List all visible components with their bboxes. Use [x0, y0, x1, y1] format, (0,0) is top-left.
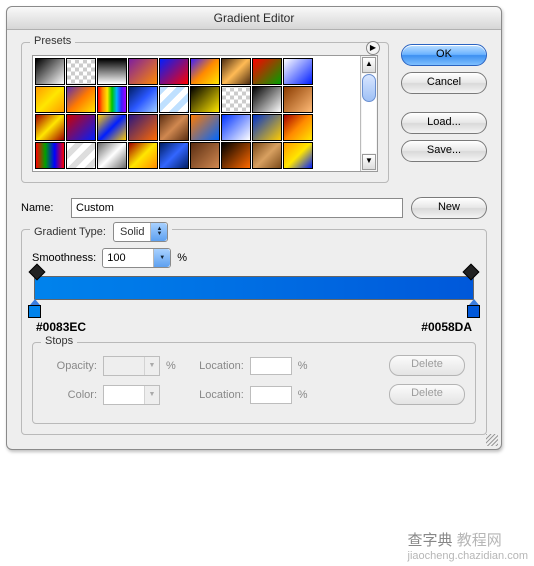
save-button[interactable]: Save...	[401, 140, 487, 162]
preset-swatch[interactable]	[35, 58, 65, 85]
right-stop-hex: #0058DA	[421, 320, 472, 334]
window-title: Gradient Editor	[7, 7, 501, 30]
preset-swatch[interactable]	[66, 142, 96, 169]
percent-label: %	[166, 360, 176, 372]
preset-swatch[interactable]	[66, 86, 96, 113]
percent-label: %	[298, 389, 308, 401]
opacity-stop-left[interactable]	[31, 266, 43, 278]
location-label: Location:	[188, 360, 244, 372]
preset-swatch[interactable]	[128, 142, 158, 169]
load-button[interactable]: Load...	[401, 112, 487, 134]
color-location-field	[250, 386, 292, 404]
scroll-thumb[interactable]	[362, 74, 376, 102]
color-stop-right[interactable]	[467, 299, 480, 318]
presets-menu-icon[interactable]: ▶	[366, 41, 380, 55]
preset-swatch-grid[interactable]	[33, 56, 360, 171]
scroll-track[interactable]	[362, 74, 376, 153]
stops-group: Stops Opacity: ▼ % Location: % Delete Co…	[32, 342, 476, 424]
resize-handle-icon[interactable]	[486, 434, 498, 446]
name-input[interactable]	[71, 198, 403, 218]
smoothness-label: Smoothness:	[32, 252, 96, 264]
preset-swatch[interactable]	[128, 114, 158, 141]
preset-swatch[interactable]	[221, 142, 251, 169]
preset-swatch[interactable]	[252, 114, 282, 141]
gradient-type-select[interactable]: Solid ▲▼	[113, 222, 168, 242]
left-stop-hex: #0083EC	[36, 320, 86, 334]
delete-opacity-stop-button: Delete	[389, 355, 465, 376]
preset-swatch[interactable]	[97, 58, 127, 85]
preset-swatch[interactable]	[221, 114, 251, 141]
scroll-down-icon[interactable]: ▼	[362, 154, 376, 170]
preset-swatch[interactable]	[252, 58, 282, 85]
preset-swatch[interactable]	[190, 114, 220, 141]
preset-swatch[interactable]	[35, 114, 65, 141]
preset-swatch[interactable]	[128, 86, 158, 113]
preset-swatch[interactable]	[190, 58, 220, 85]
scroll-up-icon[interactable]: ▲	[362, 57, 376, 73]
presets-group: Presets ▶ ▲ ▼	[21, 42, 389, 183]
gradient-type-value: Solid	[114, 226, 150, 238]
preset-swatch[interactable]	[283, 142, 313, 169]
opacity-field: ▼	[103, 356, 160, 376]
preset-swatch[interactable]	[97, 86, 127, 113]
preset-swatch[interactable]	[128, 58, 158, 85]
color-field: ▼	[103, 385, 160, 405]
preset-swatch[interactable]	[35, 142, 65, 169]
opacity-label: Opacity:	[43, 360, 97, 372]
preset-swatch[interactable]	[221, 86, 251, 113]
ok-button[interactable]: OK	[401, 44, 487, 66]
color-stop-left[interactable]	[28, 299, 41, 318]
preset-swatch[interactable]	[221, 58, 251, 85]
stops-legend: Stops	[41, 335, 77, 347]
preset-swatch[interactable]	[66, 58, 96, 85]
opacity-location-field	[250, 357, 292, 375]
new-button[interactable]: New	[411, 197, 487, 219]
preset-swatch[interactable]	[190, 142, 220, 169]
watermark: 查字典 教程网 jiaocheng.chazidian.com	[408, 529, 528, 562]
preset-scrollbar[interactable]: ▲ ▼	[360, 56, 377, 171]
presets-legend: Presets	[30, 35, 75, 47]
preset-swatch[interactable]	[97, 114, 127, 141]
location-label: Location:	[188, 389, 244, 401]
gradient-type-group: Gradient Type: Solid ▲▼ Smoothness: ▼ %	[21, 229, 487, 435]
gradient-bar[interactable]	[34, 276, 474, 300]
preset-swatch[interactable]	[283, 114, 313, 141]
percent-label: %	[177, 252, 187, 264]
cancel-button[interactable]: Cancel	[401, 72, 487, 94]
preset-swatch[interactable]	[159, 114, 189, 141]
preset-swatch[interactable]	[190, 86, 220, 113]
preset-swatch[interactable]	[159, 86, 189, 113]
smoothness-field[interactable]: ▼	[102, 248, 171, 268]
preset-swatch[interactable]	[66, 114, 96, 141]
preset-swatch[interactable]	[35, 86, 65, 113]
gradient-type-label: Gradient Type:	[34, 226, 106, 238]
opacity-stop-right[interactable]	[465, 266, 477, 278]
smoothness-input[interactable]	[103, 250, 153, 266]
dropdown-arrow-icon: ▼	[153, 249, 170, 267]
preset-swatch[interactable]	[97, 142, 127, 169]
preset-swatch[interactable]	[283, 86, 313, 113]
preset-swatch[interactable]	[159, 58, 189, 85]
dropdown-arrows-icon: ▲▼	[150, 223, 167, 241]
preset-swatch[interactable]	[252, 86, 282, 113]
color-label: Color:	[43, 389, 97, 401]
preset-swatch[interactable]	[159, 142, 189, 169]
preset-swatch[interactable]	[252, 142, 282, 169]
percent-label: %	[298, 360, 308, 372]
name-label: Name:	[21, 202, 63, 214]
delete-color-stop-button: Delete	[389, 384, 465, 405]
preset-swatch[interactable]	[283, 58, 313, 85]
